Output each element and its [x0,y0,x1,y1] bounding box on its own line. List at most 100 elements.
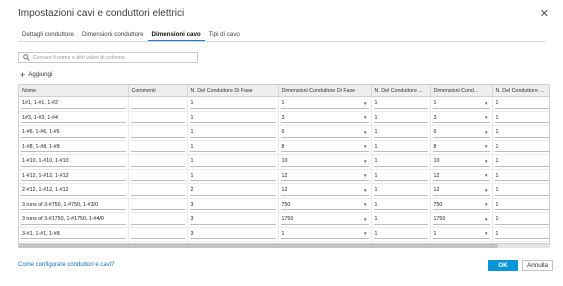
cell-field[interactable]: 1 [373,215,428,225]
cell-field[interactable]: 1 [373,128,428,138]
column-header-name[interactable]: Nome [19,85,129,97]
chevron-down-icon: ▼ [363,158,368,164]
size-dropdown[interactable]: 1 ▼ [280,229,369,240]
cell-field[interactable]: 1 [494,186,549,196]
table-row: 3 runs of 3-#1750, 1-#1750, 1-#4/0 3 1750 ▼… [19,212,549,228]
cell-value: 1 [281,100,285,107]
cell-field[interactable]: 3-#1, 1-#1, 1-#8 [21,229,126,240]
cell-field[interactable]: 1 [494,171,549,182]
size-dropdown[interactable]: 8 ▼ [432,142,490,153]
cell-value: 10 [433,158,440,165]
cell-field[interactable]: 1 [373,142,428,153]
size-dropdown[interactable]: 1 ▼ [432,99,490,109]
tab-conductor-sizes[interactable]: Dimensioni conduttore [78,29,148,41]
cell-field[interactable]: 1 [494,229,549,240]
ok-button[interactable]: OK [488,260,518,271]
cell-field[interactable]: 1 [373,113,428,124]
column-header-conductor-count-2[interactable]: N. Del Conduttore Di ... [492,85,549,97]
cell-field[interactable]: 1 [494,157,549,167]
scrollbar-thumb[interactable] [18,244,498,248]
cell-field[interactable]: 2 [189,186,276,196]
cell-field[interactable] [130,99,185,109]
cell-field[interactable]: 1 [189,142,276,153]
cell-field[interactable]: 3 runs of 3-#750, 1-#750, 1-#3/0 [21,200,126,211]
size-dropdown[interactable]: 8 ▼ [280,142,369,153]
size-dropdown[interactable]: 3 ▼ [432,113,490,124]
size-dropdown[interactable]: 750 ▼ [280,200,369,211]
cell-field[interactable] [130,215,185,225]
conductor-count-cell: 1 [371,140,431,155]
size-dropdown[interactable]: 10 ▼ [432,157,490,167]
column-header-conductor-count[interactable]: N. Del Conduttore ... [371,85,431,97]
cell-value: 1 [495,114,499,121]
comments-cell [128,227,188,242]
cell-field[interactable]: 2-#12, 1-#12, 1-#12 [21,186,126,196]
cell-field[interactable]: 1 [494,142,549,153]
size-dropdown[interactable]: 750 ▼ [432,200,490,211]
cell-field[interactable]: 3 [189,200,276,211]
size-dropdown[interactable]: 6 ▼ [432,128,490,138]
cell-field[interactable] [130,186,185,196]
size-dropdown[interactable]: 10 ▼ [280,157,369,167]
size-dropdown[interactable]: 6 ▼ [280,128,369,138]
cell-field[interactable]: 1 [373,229,428,240]
cell-field[interactable]: 1 [189,157,276,167]
conductor-count-cell: 1 [371,169,431,184]
cell-field[interactable] [130,113,185,124]
cell-field[interactable]: 1 [189,128,276,138]
cell-field[interactable] [130,128,185,138]
column-header-conductor-size[interactable]: Dimensioni Cond... [430,85,493,97]
size-dropdown[interactable]: 12 ▼ [280,171,369,182]
help-link[interactable]: Come configurare conduttori e cavi? [18,262,114,268]
tab-cable-sizes[interactable]: Dimensioni cavo [147,29,205,41]
horizontal-scrollbar[interactable] [18,244,550,248]
size-dropdown[interactable]: 12 ▼ [432,186,490,196]
cell-field[interactable]: 1 [373,157,428,167]
cell-field[interactable]: 1 [494,113,549,124]
cell-field[interactable] [130,171,185,182]
column-header-phase-conductor-count[interactable]: N. Del Conduttore Di Fase [187,85,279,97]
cell-field[interactable]: 1-#10, 1-#10, 1-#10 [21,157,126,167]
cell-field[interactable]: 1-#8, 1-#8, 1-#8 [21,142,126,153]
chevron-down-icon: ▼ [484,115,489,121]
close-icon[interactable]: ✕ [540,7,549,20]
size-dropdown[interactable]: 1 ▼ [280,99,369,109]
cell-field[interactable]: 1 [494,200,549,211]
cancel-button[interactable]: Annulla [522,260,553,271]
cell-field[interactable]: 3 [189,229,276,240]
cell-field[interactable]: 3 [189,215,276,225]
cell-field[interactable]: 1 [189,113,276,124]
cell-field[interactable] [130,200,185,211]
size-dropdown[interactable]: 1750 ▼ [280,215,369,225]
column-header-comments[interactable]: Commenti [128,85,188,97]
cell-field[interactable]: 1 [373,186,428,196]
add-button[interactable]: + Aggiungi [20,70,52,79]
size-dropdown[interactable]: 12 ▼ [280,186,369,196]
cell-field[interactable]: 1 [189,99,276,109]
column-header-phase-conductor-size[interactable]: Dimensioni Conduttore Di Fase [278,85,372,97]
cell-field[interactable]: 1#3, 1-#3, 1-#4 [21,113,126,124]
cell-field[interactable]: 1 [373,200,428,211]
cell-field[interactable]: 1-#12, 1-#12, 1-#12 [21,171,126,182]
cell-field[interactable]: 1-#6, 1-#6, 1-#6 [21,128,126,138]
conductor-count-cell: 1 [371,125,431,141]
cell-field[interactable]: 1 [373,171,428,182]
size-dropdown[interactable]: 1750 ▼ [432,215,490,225]
size-dropdown[interactable]: 3 ▼ [280,113,369,124]
cell-field[interactable]: 1 [494,128,549,138]
search-input[interactable] [33,53,193,62]
cell-field[interactable] [130,229,185,240]
cell-value: 1 [190,143,194,150]
cell-field[interactable] [130,157,185,167]
tab-conductor-details[interactable]: Dettagli conduttore [18,29,78,41]
size-dropdown[interactable]: 1 ▼ [432,229,490,240]
cell-field[interactable]: 1 [373,99,428,109]
cell-field[interactable] [130,142,185,153]
cell-field[interactable]: 1#1, 1-#1, 1-#2 [21,99,126,109]
size-dropdown[interactable]: 12 ▼ [432,171,490,182]
tab-cable-types[interactable]: Tipi di cavo [205,29,244,41]
cell-field[interactable]: 1 [494,99,549,109]
cell-field[interactable]: 1 [189,171,276,182]
cell-field[interactable]: 1 [494,215,549,225]
cell-field[interactable]: 3 runs of 3-#1750, 1-#1750, 1-#4/0 [21,215,126,225]
